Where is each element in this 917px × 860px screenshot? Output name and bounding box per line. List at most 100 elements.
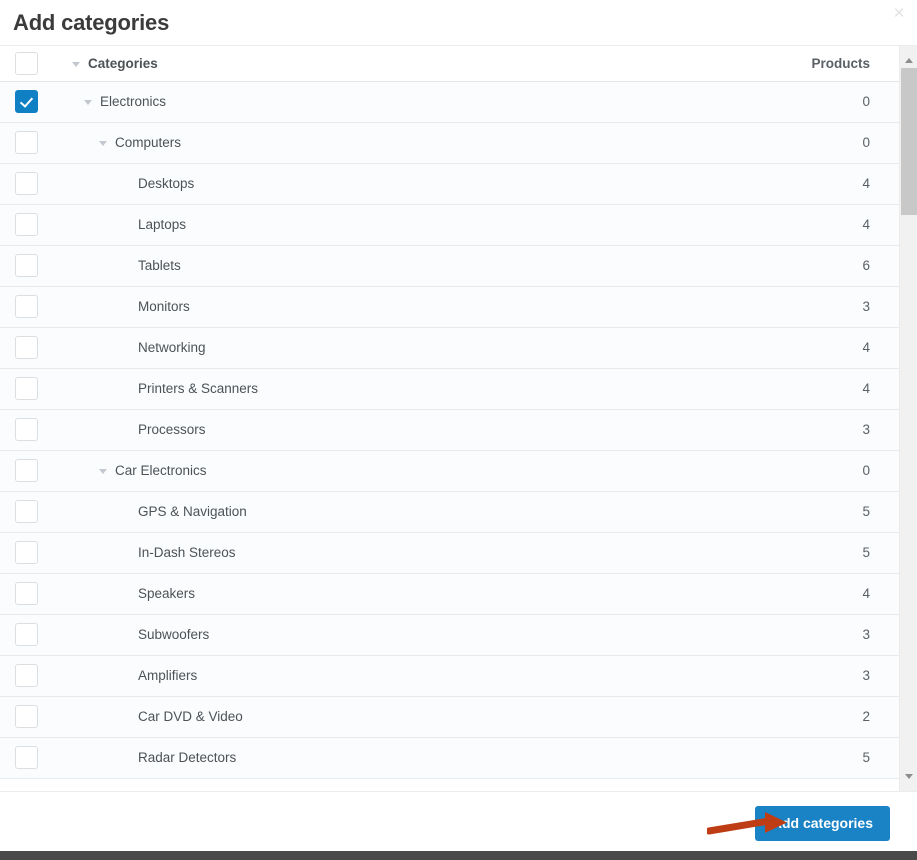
category-name-cell: Processors xyxy=(72,409,760,450)
chevron-down-icon[interactable] xyxy=(99,138,108,147)
product-count: 6 xyxy=(760,245,899,286)
table-row[interactable]: Tablets6 xyxy=(0,245,899,286)
table-row[interactable]: Radar Detectors5 xyxy=(0,737,899,778)
category-checkbox[interactable] xyxy=(15,418,38,441)
category-checkbox[interactable] xyxy=(15,213,38,236)
table-row[interactable]: Speakers4 xyxy=(0,573,899,614)
row-checkbox-cell xyxy=(0,450,72,491)
category-label: Processors xyxy=(138,422,206,437)
table-row[interactable]: Car Electronics0 xyxy=(0,450,899,491)
row-checkbox-cell xyxy=(0,409,72,450)
table-row[interactable]: GPS & Navigation5 xyxy=(0,491,899,532)
category-checkbox[interactable] xyxy=(15,131,38,154)
category-label: Printers & Scanners xyxy=(138,381,258,396)
product-count: 4 xyxy=(760,368,899,409)
product-count: 0 xyxy=(760,450,899,491)
category-tree-grid: Categories Products Electronics0Computer… xyxy=(0,46,899,779)
chevron-down-icon[interactable] xyxy=(72,59,81,68)
category-name-cell: Speakers xyxy=(72,573,760,614)
chevron-down-icon[interactable] xyxy=(99,466,108,475)
row-checkbox-cell xyxy=(0,614,72,655)
category-name-cell: Electronics xyxy=(72,81,760,122)
category-name-cell: GPS & Navigation xyxy=(72,491,760,532)
category-checkbox[interactable] xyxy=(15,623,38,646)
product-count: 4 xyxy=(760,327,899,368)
category-name-cell: Laptops xyxy=(72,204,760,245)
header-checkbox-cell xyxy=(0,46,72,81)
category-checkbox[interactable] xyxy=(15,459,38,482)
category-label: Radar Detectors xyxy=(138,750,236,765)
tree-spacer xyxy=(122,753,131,762)
category-name-cell: Amplifiers xyxy=(72,655,760,696)
category-name-cell: Radar Detectors xyxy=(72,737,760,778)
dialog-body: Categories Products Electronics0Computer… xyxy=(0,46,917,791)
category-name-cell: Tablets xyxy=(72,245,760,286)
category-checkbox[interactable] xyxy=(15,172,38,195)
category-checkbox[interactable] xyxy=(15,582,38,605)
category-name-cell: Desktops xyxy=(72,163,760,204)
category-checkbox[interactable] xyxy=(15,541,38,564)
tree-spacer xyxy=(122,179,131,188)
tree-spacer xyxy=(122,589,131,598)
select-all-checkbox[interactable] xyxy=(15,52,38,75)
category-label: GPS & Navigation xyxy=(138,504,247,519)
category-checkbox[interactable] xyxy=(15,377,38,400)
table-row[interactable]: Subwoofers3 xyxy=(0,614,899,655)
table-row[interactable]: Car DVD & Video2 xyxy=(0,696,899,737)
table-row[interactable]: Desktops4 xyxy=(0,163,899,204)
category-checkbox[interactable] xyxy=(15,664,38,687)
table-row[interactable]: In-Dash Stereos5 xyxy=(0,532,899,573)
category-checkbox[interactable] xyxy=(15,254,38,277)
table-row[interactable]: Amplifiers3 xyxy=(0,655,899,696)
row-checkbox-cell xyxy=(0,368,72,409)
category-checkbox[interactable] xyxy=(15,746,38,769)
row-checkbox-cell xyxy=(0,655,72,696)
table-row[interactable]: Printers & Scanners 4 xyxy=(0,368,899,409)
vertical-scrollbar[interactable] xyxy=(899,46,917,791)
tree-spacer xyxy=(122,548,131,557)
category-name-cell: Car Electronics xyxy=(72,450,760,491)
product-count: 4 xyxy=(760,163,899,204)
table-row[interactable]: Networking4 xyxy=(0,327,899,368)
table-row[interactable]: Processors3 xyxy=(0,409,899,450)
category-checkbox[interactable] xyxy=(15,705,38,728)
scrollbar-down-arrow-icon[interactable] xyxy=(900,768,917,785)
table-row[interactable]: Computers 0 xyxy=(0,122,899,163)
dialog-footer: Add categories xyxy=(0,791,917,851)
product-count: 3 xyxy=(760,614,899,655)
row-checkbox-cell xyxy=(0,696,72,737)
tree-spacer xyxy=(122,712,131,721)
category-name-cell: In-Dash Stereos xyxy=(72,532,760,573)
category-label: Car DVD & Video xyxy=(138,709,243,724)
category-name-cell: Monitors xyxy=(72,286,760,327)
category-checkbox[interactable] xyxy=(15,295,38,318)
row-checkbox-cell xyxy=(0,491,72,532)
table-row[interactable]: Laptops4 xyxy=(0,204,899,245)
row-checkbox-cell xyxy=(0,81,72,122)
tree-spacer xyxy=(122,630,131,639)
category-tree-scroll-region[interactable]: Categories Products Electronics0Computer… xyxy=(0,46,899,791)
category-label: Computers xyxy=(115,135,181,150)
table-row[interactable]: Monitors3 xyxy=(0,286,899,327)
scrollbar-up-arrow-icon[interactable] xyxy=(900,52,917,69)
category-checkbox[interactable] xyxy=(15,500,38,523)
category-name-cell: Subwoofers xyxy=(72,614,760,655)
category-label: Electronics xyxy=(100,94,166,109)
product-count: 0 xyxy=(760,122,899,163)
row-checkbox-cell xyxy=(0,286,72,327)
add-categories-button[interactable]: Add categories xyxy=(755,806,890,841)
category-label: Amplifiers xyxy=(138,668,197,683)
dialog-header: Add categories × xyxy=(0,0,917,46)
header-categories-cell: Categories xyxy=(72,46,760,81)
scrollbar-thumb[interactable] xyxy=(901,68,917,215)
chevron-down-icon[interactable] xyxy=(84,97,93,106)
page-title: Add categories xyxy=(13,10,169,36)
category-checkbox[interactable] xyxy=(15,336,38,359)
product-count: 0 xyxy=(760,81,899,122)
tree-spacer xyxy=(122,220,131,229)
category-checkbox[interactable] xyxy=(15,90,38,113)
close-icon[interactable]: × xyxy=(888,3,910,25)
grid-header-row: Categories Products xyxy=(0,46,899,81)
table-row[interactable]: Electronics 0 xyxy=(0,81,899,122)
tree-spacer xyxy=(122,425,131,434)
